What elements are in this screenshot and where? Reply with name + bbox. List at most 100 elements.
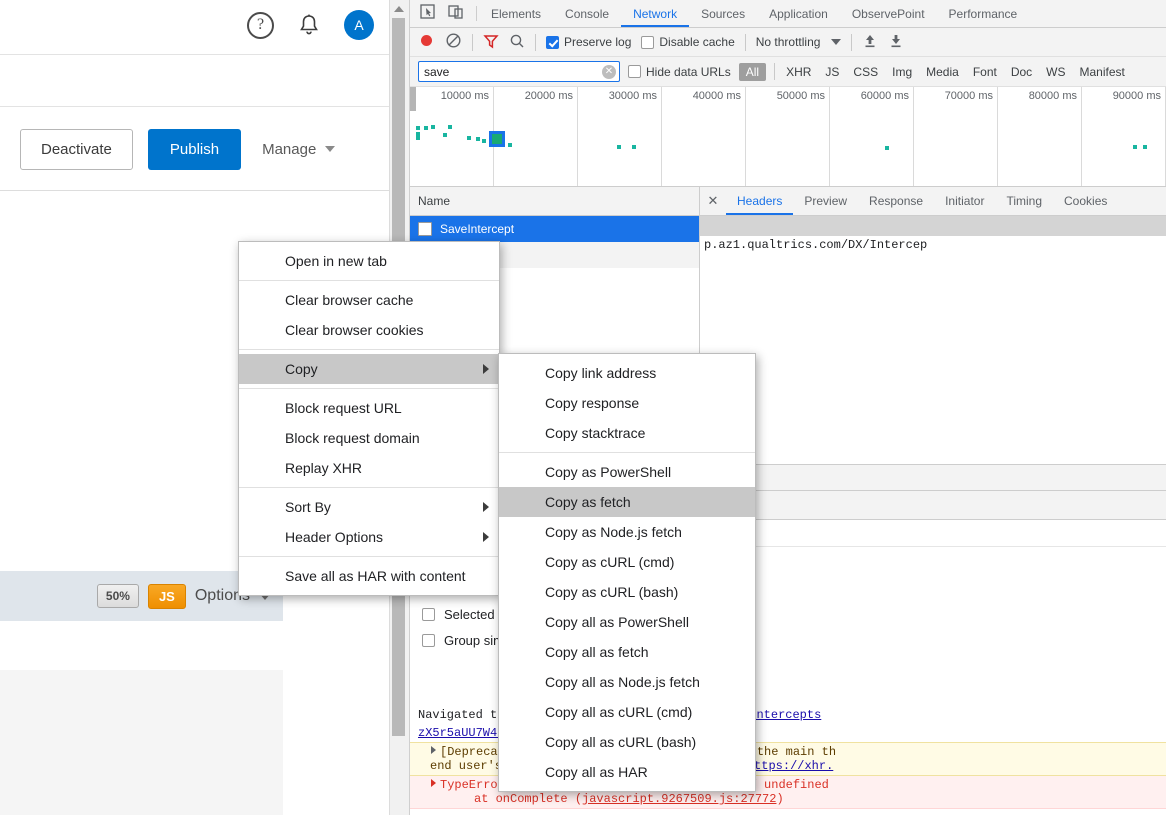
submenu-item-copy-as-curl-cmd[interactable]: Copy as cURL (cmd) xyxy=(499,547,755,577)
submenu-item-copy-all-as-har[interactable]: Copy all as HAR xyxy=(499,757,755,787)
filter-type-img[interactable]: Img xyxy=(889,63,915,81)
submenu-item-copy-as-nodejs-fetch[interactable]: Copy as Node.js fetch xyxy=(499,517,755,547)
devtools-tabbar: Elements Console Network Sources Applica… xyxy=(410,0,1166,28)
detail-tab-preview[interactable]: Preview xyxy=(793,187,858,215)
upload-har-icon[interactable] xyxy=(862,33,878,52)
overview-request-dot xyxy=(482,139,486,143)
submenu-item-copy-stacktrace[interactable]: Copy stacktrace xyxy=(499,418,755,448)
download-har-icon[interactable] xyxy=(888,33,904,52)
detail-tab-timing[interactable]: Timing xyxy=(995,187,1053,215)
search-icon[interactable] xyxy=(509,33,525,52)
toolbar-divider-3 xyxy=(744,33,746,51)
tab-application[interactable]: Application xyxy=(757,0,840,27)
submenu-arrow-icon xyxy=(483,364,489,374)
overview-tick-label: 50000 ms xyxy=(776,90,825,102)
overview-selected-request[interactable] xyxy=(489,131,505,147)
filter-type-css[interactable]: CSS xyxy=(850,63,881,81)
device-toolbar-icon[interactable] xyxy=(448,4,464,23)
preserve-log-toggle[interactable]: Preserve log xyxy=(546,35,631,49)
overview-tick-label: 60000 ms xyxy=(860,90,909,102)
submenu-item-copy-all-as-nodejs-fetch[interactable]: Copy all as Node.js fetch xyxy=(499,667,755,697)
throttling-select[interactable]: No throttling xyxy=(756,35,842,49)
preserve-log-checkbox[interactable] xyxy=(546,35,559,49)
xhr-help-link[interactable]: https://xhr. xyxy=(747,759,833,773)
context-menu-item-clear-browser-cache[interactable]: Clear browser cache xyxy=(239,285,499,315)
context-menu-item-header-options[interactable]: Header Options xyxy=(239,522,499,552)
avatar[interactable]: A xyxy=(344,10,374,40)
submenu-item-copy-all-as-powershell[interactable]: Copy all as PowerShell xyxy=(499,607,755,637)
context-menu-item-block-request-domain[interactable]: Block request domain xyxy=(239,423,499,453)
table-row[interactable]: SaveIntercept xyxy=(410,216,699,242)
tab-network[interactable]: Network xyxy=(621,0,689,27)
submenu-item-copy-as-fetch[interactable]: Copy as fetch xyxy=(499,487,755,517)
filter-type-font[interactable]: Font xyxy=(970,63,1000,81)
filter-type-manifest[interactable]: Manifest xyxy=(1077,63,1128,81)
submenu-item-copy-all-as-curl-bash[interactable]: Copy all as cURL (bash) xyxy=(499,727,755,757)
context-menu-item-clear-browser-cookies[interactable]: Clear browser cookies xyxy=(239,315,499,345)
context-menu-item-save-all-as-har[interactable]: Save all as HAR with content xyxy=(239,561,499,591)
filter-type-ws[interactable]: WS xyxy=(1043,63,1068,81)
submenu-item-copy-as-curl-bash[interactable]: Copy as cURL (bash) xyxy=(499,577,755,607)
expand-arrow-icon[interactable] xyxy=(431,779,436,787)
filter-type-all[interactable]: All xyxy=(738,62,767,81)
tab-elements[interactable]: Elements xyxy=(479,0,553,27)
publish-button[interactable]: Publish xyxy=(147,128,242,170)
filter-input[interactable] xyxy=(418,61,620,82)
submenu-item-copy-response[interactable]: Copy response xyxy=(499,388,755,418)
context-menu-item-replay-xhr[interactable]: Replay XHR xyxy=(239,453,499,483)
context-menu-item-block-request-url[interactable]: Block request URL xyxy=(239,393,499,423)
help-circle-icon[interactable]: ? xyxy=(247,11,274,39)
context-menu-item-open-in-new-tab[interactable]: Open in new tab xyxy=(239,246,499,276)
scroll-up-arrow-icon[interactable] xyxy=(394,6,404,12)
record-stop-icon[interactable] xyxy=(418,32,435,52)
tab-console[interactable]: Console xyxy=(553,0,621,27)
context-menu-item-sort-by[interactable]: Sort By xyxy=(239,492,499,522)
chevron-down-icon xyxy=(325,146,336,152)
tab-sources[interactable]: Sources xyxy=(689,0,757,27)
detail-tab-cookies[interactable]: Cookies xyxy=(1053,187,1118,215)
hide-data-urls-checkbox[interactable] xyxy=(628,65,641,78)
copy-submenu[interactable]: Copy link address Copy response Copy sta… xyxy=(498,353,756,792)
selected-context-only-checkbox[interactable] xyxy=(422,607,435,621)
tab-observepoint[interactable]: ObservePoint xyxy=(840,0,937,27)
filter-type-js[interactable]: JS xyxy=(822,63,842,81)
submenu-item-copy-link-address[interactable]: Copy link address xyxy=(499,358,755,388)
close-icon[interactable]: ✕ xyxy=(700,187,726,215)
tab-performance[interactable]: Performance xyxy=(937,0,1030,27)
disable-cache-toggle[interactable]: Disable cache xyxy=(641,35,735,49)
submenu-arrow-icon xyxy=(483,532,489,542)
clear-icon[interactable] xyxy=(445,32,462,52)
deactivate-button[interactable]: Deactivate xyxy=(20,128,133,170)
manage-dropdown-button[interactable]: Manage xyxy=(256,140,341,159)
detail-section-header[interactable] xyxy=(700,216,1166,236)
preserve-log-label: Preserve log xyxy=(564,35,632,49)
detail-tab-initiator[interactable]: Initiator xyxy=(934,187,995,215)
expand-arrow-icon[interactable] xyxy=(431,746,436,754)
disable-cache-checkbox[interactable] xyxy=(641,35,655,49)
submenu-item-copy-all-as-curl-cmd[interactable]: Copy all as cURL (cmd) xyxy=(499,697,755,727)
inspect-element-icon[interactable] xyxy=(420,4,436,23)
detail-tab-headers[interactable]: Headers xyxy=(726,187,793,215)
clear-input-icon[interactable]: ✕ xyxy=(602,65,616,79)
hide-data-urls-toggle[interactable]: Hide data URLs xyxy=(628,65,731,79)
group-similar-checkbox[interactable] xyxy=(422,633,435,647)
overview-left-handle[interactable] xyxy=(410,87,416,111)
throttling-chevron-down-icon[interactable] xyxy=(831,39,842,45)
request-list-header[interactable]: Name xyxy=(410,187,699,216)
detail-tab-response[interactable]: Response xyxy=(858,187,934,215)
filter-type-media[interactable]: Media xyxy=(923,63,962,81)
filter-funnel-icon[interactable] xyxy=(483,33,499,52)
submenu-item-copy-all-as-fetch[interactable]: Copy all as fetch xyxy=(499,637,755,667)
network-filterbar: ✕ Hide data URLs All XHR JS CSS Img Medi… xyxy=(410,57,1166,87)
overview-tick-label: 80000 ms xyxy=(1028,90,1077,102)
network-context-menu[interactable]: Open in new tab Clear browser cache Clea… xyxy=(238,241,500,596)
filter-type-doc[interactable]: Doc xyxy=(1008,63,1035,81)
network-overview-timeline[interactable]: 10000 ms 20000 ms 30000 ms 40000 ms 5000… xyxy=(410,87,1166,187)
error-source-link[interactable]: javascript.9267509.js:27772 xyxy=(582,792,776,806)
filter-type-xhr[interactable]: XHR xyxy=(783,63,814,81)
notification-bell-icon[interactable] xyxy=(296,12,322,39)
js-badge[interactable]: JS xyxy=(147,583,186,609)
context-menu-item-copy[interactable]: Copy xyxy=(239,354,499,384)
submenu-item-copy-as-powershell[interactable]: Copy as PowerShell xyxy=(499,457,755,487)
zoom-level-badge[interactable]: 50% xyxy=(96,584,139,608)
